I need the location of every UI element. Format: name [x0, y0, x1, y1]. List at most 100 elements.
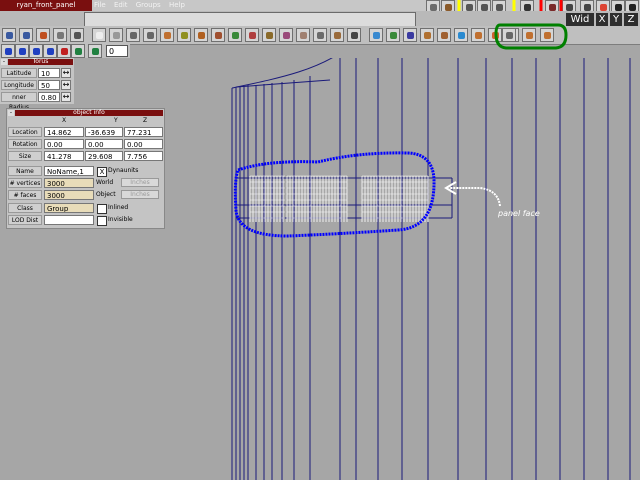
- size-x[interactable]: 41.278: [44, 151, 84, 161]
- invisible-checkbox[interactable]: [97, 216, 107, 226]
- sphere-tool-icon[interactable]: [36, 28, 50, 42]
- location-z[interactable]: 77.231: [124, 127, 163, 137]
- inner-radius-spinner-icon[interactable]: ↔: [61, 92, 71, 102]
- cylinder-icon[interactable]: [177, 28, 191, 42]
- lights-icon[interactable]: [454, 28, 468, 42]
- lod-label: LOD Dist: [8, 215, 42, 225]
- previous-frame-icon[interactable]: [15, 44, 29, 58]
- key-icon[interactable]: [71, 44, 85, 58]
- inlined-label: Inlined: [108, 204, 129, 211]
- dynaunits-label: Dynaunits: [108, 167, 139, 174]
- longitude-label: Longitude: [1, 80, 37, 90]
- command-input[interactable]: [84, 12, 416, 27]
- latitude-input[interactable]: 10: [38, 68, 60, 78]
- menu-file[interactable]: File: [94, 1, 106, 9]
- rotation-z[interactable]: 0.00: [124, 139, 163, 149]
- object-label: Object: [96, 191, 116, 198]
- record-icon[interactable]: [57, 44, 71, 58]
- menu-help[interactable]: Help: [169, 1, 185, 9]
- torus-panel: - Torus Latitude 10 ↔ Longitude 50 ↔ nne…: [0, 58, 74, 111]
- latitude-label: Latitude: [1, 68, 37, 78]
- green-highlight: [494, 23, 568, 50]
- inner-radius-input[interactable]: 0.80: [38, 92, 60, 102]
- spline-icon[interactable]: [313, 28, 327, 42]
- header-z: Z: [143, 117, 148, 124]
- location-x[interactable]: 14.862: [44, 127, 84, 137]
- faces-value: 3000: [44, 190, 94, 200]
- longitude-spinner-icon[interactable]: ↔: [61, 80, 71, 90]
- blue-highlight: [233, 151, 436, 238]
- pointer-tool-icon[interactable]: [92, 28, 106, 42]
- lathe-icon[interactable]: [262, 28, 276, 42]
- play-icon[interactable]: [29, 44, 43, 58]
- annotation-arrow: [444, 181, 501, 207]
- torus-panel-close[interactable]: -: [1, 59, 7, 65]
- chart-icon[interactable]: [347, 28, 361, 42]
- dynaunits-checkbox[interactable]: X: [97, 167, 107, 177]
- location-y[interactable]: -36.639: [85, 127, 123, 137]
- view-y-button[interactable]: Y: [610, 13, 622, 27]
- sweep-icon[interactable]: [279, 28, 293, 42]
- sphere-icon[interactable]: [211, 28, 225, 42]
- torus-icon[interactable]: [228, 28, 242, 42]
- torus-panel-title: Torus: [8, 59, 73, 65]
- size-label: Size: [8, 151, 42, 161]
- menu-bar: File Edit Groups Help: [94, 1, 185, 9]
- object-units-button[interactable]: Inches: [121, 190, 159, 199]
- latitude-spinner-icon[interactable]: ↔: [61, 68, 71, 78]
- scale-icon[interactable]: [143, 28, 157, 42]
- window-title: ryan_front_panel: [0, 0, 92, 11]
- cube-icon[interactable]: [369, 28, 383, 42]
- header-x: X: [62, 117, 67, 124]
- object-info-panel: - object info X Y Z Location 14.862 -36.…: [6, 108, 165, 229]
- vertices-value: 3000: [44, 178, 94, 188]
- extrude-icon[interactable]: [245, 28, 259, 42]
- camera-icon[interactable]: [471, 28, 485, 42]
- world-units-button[interactable]: Inches: [121, 178, 159, 187]
- lod-input[interactable]: [44, 215, 94, 225]
- line-icon[interactable]: [296, 28, 310, 42]
- menu-groups[interactable]: Groups: [136, 1, 161, 9]
- group-icon[interactable]: [437, 28, 451, 42]
- menu-edit[interactable]: Edit: [114, 1, 128, 9]
- inlined-checkbox[interactable]: [97, 204, 107, 214]
- move-icon[interactable]: [126, 28, 140, 42]
- faces-label: # faces: [8, 190, 42, 200]
- rotation-y[interactable]: 0.00: [85, 139, 123, 149]
- cut-icon[interactable]: [70, 28, 84, 42]
- name-input[interactable]: NoName,1: [44, 166, 94, 176]
- view-width-toggle[interactable]: Wid: [566, 13, 594, 27]
- frame-input[interactable]: 0: [106, 45, 128, 57]
- panel-face-annotation: panel face: [498, 209, 540, 218]
- longitude-input[interactable]: 50: [38, 80, 60, 90]
- object-info-close[interactable]: -: [8, 110, 14, 116]
- object-info-title: object info: [15, 110, 163, 116]
- box-icon[interactable]: [160, 28, 174, 42]
- material-icon[interactable]: [420, 28, 434, 42]
- redo-icon[interactable]: [19, 28, 33, 42]
- class-label: Class: [8, 203, 42, 213]
- location-label: Location: [8, 127, 42, 137]
- paint-icon[interactable]: [109, 28, 123, 42]
- view-z-button[interactable]: Z: [624, 13, 638, 27]
- invisible-label: Invisible: [108, 216, 133, 223]
- cone-icon[interactable]: [194, 28, 208, 42]
- loop-icon[interactable]: [88, 44, 102, 58]
- vertices-label: # vertices: [8, 178, 42, 188]
- first-frame-icon[interactable]: [1, 44, 15, 58]
- class-value: Group: [44, 203, 94, 213]
- name-label: Name: [8, 166, 42, 176]
- size-y[interactable]: 29.608: [85, 151, 123, 161]
- inner-radius-label: nner Radius: [1, 92, 37, 111]
- undo-icon[interactable]: [2, 28, 16, 42]
- arrow-tool-icon[interactable]: [53, 28, 67, 42]
- rotation-label: Rotation: [8, 139, 42, 149]
- world-label: World: [96, 179, 114, 186]
- rotation-x[interactable]: 0.00: [44, 139, 84, 149]
- fill-icon[interactable]: [386, 28, 400, 42]
- grid-icon[interactable]: [403, 28, 417, 42]
- view-x-button[interactable]: X: [596, 13, 608, 27]
- next-frame-icon[interactable]: [43, 44, 57, 58]
- pen-icon[interactable]: [330, 28, 344, 42]
- size-z[interactable]: 7.756: [124, 151, 163, 161]
